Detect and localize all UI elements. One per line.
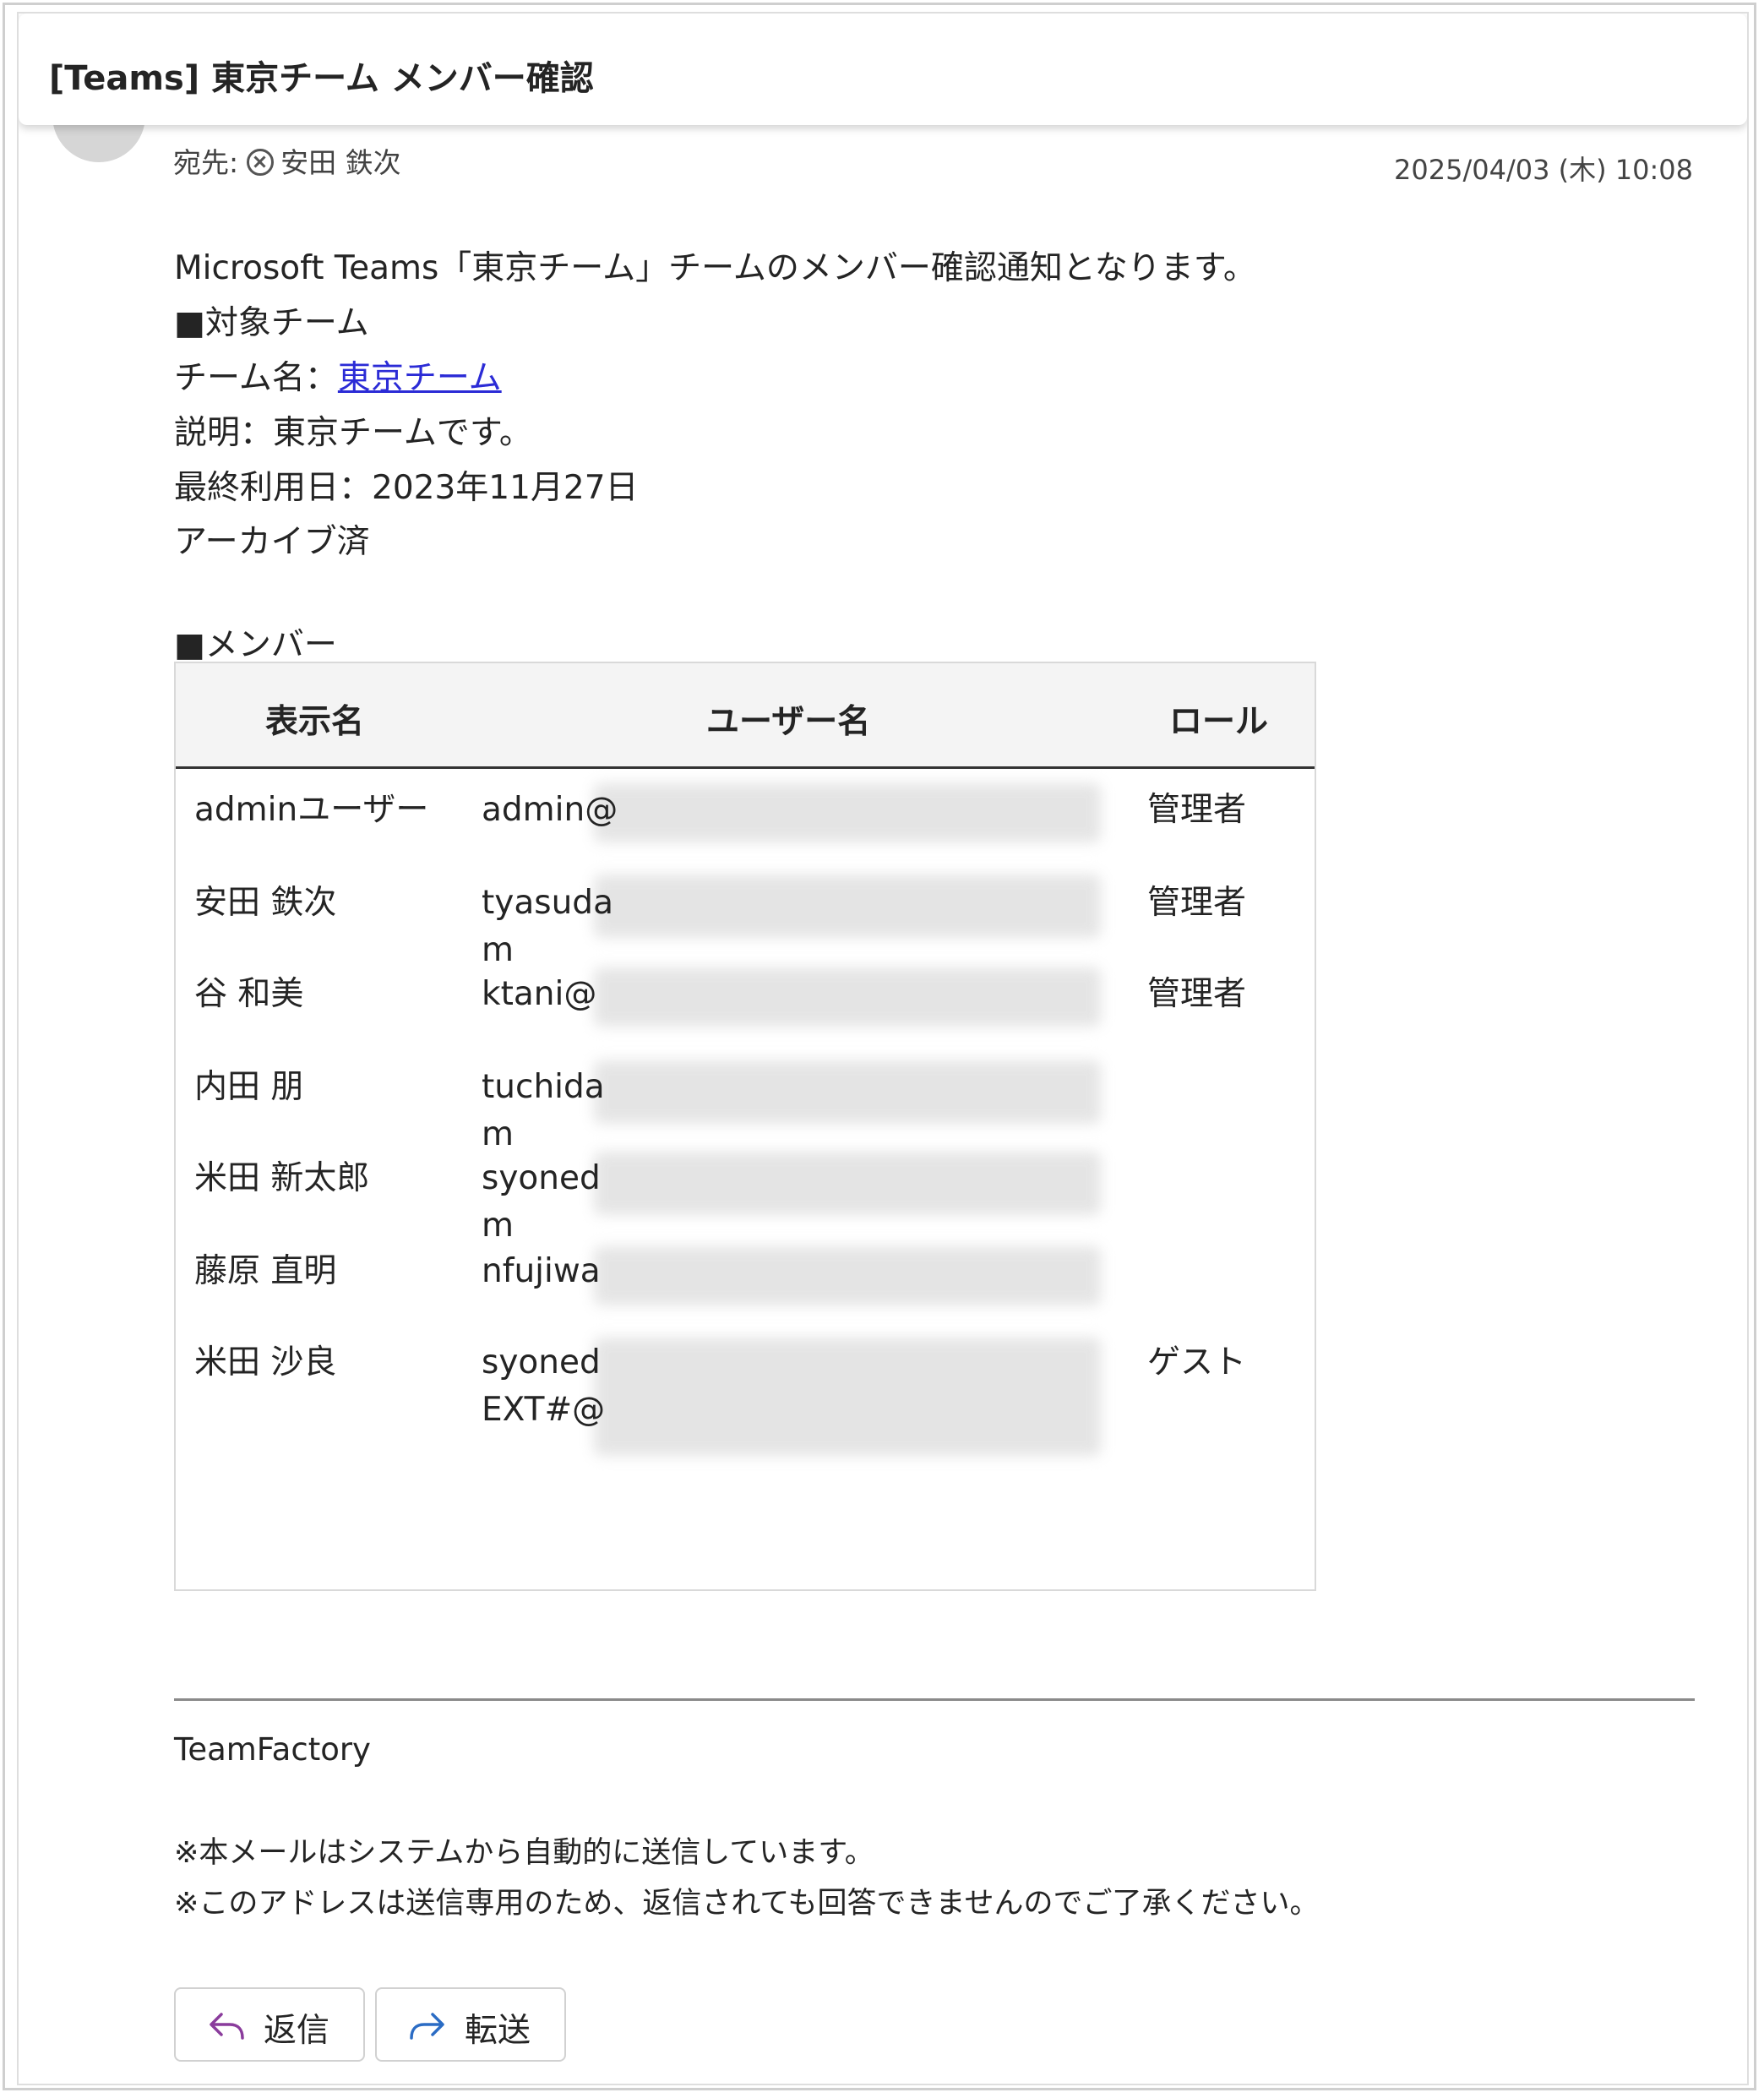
mail-subject: [Teams] 東京チーム メンバー確認 — [49, 59, 594, 98]
recipient-row: 宛先: 安田 鉄次 — [173, 140, 401, 181]
redacted-area — [594, 1152, 1101, 1215]
window-frame: [Teams] 東京チーム メンバー確認 宛先: 安田 鉄次 2025/04/03… — [3, 3, 1756, 2090]
cell-role: 管理者 — [1147, 791, 1247, 829]
forward-label: 転送 — [465, 2012, 531, 2050]
remove-recipient-icon[interactable] — [247, 149, 275, 176]
cell-user-name: nfujiwa — [482, 1252, 601, 1290]
redacted-area — [594, 1338, 1101, 1456]
cell-user-name-cont: m — [482, 931, 514, 969]
forward-arrow-icon — [410, 2013, 444, 2040]
to-label: 宛先: — [173, 146, 239, 179]
cell-display-name: 谷 和美 — [194, 975, 304, 1013]
team-name-label: チーム名： — [174, 359, 338, 397]
team-name-line: チーム名：東京チーム — [174, 351, 502, 399]
footer-sender: TeamFactory — [174, 1731, 371, 1768]
last-used-text: 最終利用日：2023年11月27日 — [174, 469, 639, 507]
members-heading: ■メンバー — [174, 626, 337, 664]
cell-display-name: adminユーザー — [194, 791, 429, 829]
header-display-name: 表示名 — [265, 703, 365, 741]
footer-note-2: ※このアドレスは送信専用のため、返信されても回答できませんのでご了承ください。 — [174, 1887, 1320, 1921]
cell-user-name: tyasuda — [482, 884, 613, 922]
header-user-name: ユーザー名 — [706, 703, 871, 741]
redacted-area — [594, 1246, 1101, 1305]
forward-button[interactable]: 転送 — [375, 1987, 566, 2062]
description-text: 説明：東京チームです。 — [174, 414, 532, 452]
subject-bar: [Teams] 東京チーム メンバー確認 — [19, 14, 1747, 125]
cell-role: ゲスト — [1147, 1343, 1247, 1381]
cell-display-name: 米田 新太郎 — [194, 1159, 370, 1197]
reply-arrow-icon — [210, 2013, 244, 2040]
cell-role: 管理者 — [1147, 975, 1247, 1013]
cell-user-name-cont: EXT#@ — [482, 1391, 606, 1429]
received-date: 2025/04/03 (木) 10:08 — [1394, 154, 1693, 186]
cell-user-name: syoned — [482, 1159, 601, 1197]
cell-user-name-cont: m — [482, 1115, 514, 1153]
reply-button[interactable]: 返信 — [174, 1987, 365, 2062]
cell-display-name: 米田 沙良 — [194, 1343, 337, 1381]
cell-user-name: tuchida — [482, 1068, 605, 1106]
redacted-area — [594, 1060, 1101, 1124]
cell-display-name: 安田 鉄次 — [194, 884, 337, 922]
cell-user-name: ktani@ — [482, 975, 597, 1013]
cell-user-name: admin@ — [482, 791, 618, 829]
target-team-heading: ■対象チーム — [174, 304, 369, 342]
cell-role: 管理者 — [1147, 884, 1247, 922]
cell-display-name: 内田 朋 — [194, 1068, 304, 1106]
redacted-area — [594, 783, 1101, 842]
archived-text: アーカイブ済 — [174, 523, 370, 561]
team-name-link[interactable]: 東京チーム — [338, 359, 502, 397]
cell-display-name: 藤原 直明 — [194, 1252, 337, 1290]
redacted-area — [594, 875, 1101, 938]
footer-note-1: ※本メールはシステムから自動的に送信しています。 — [174, 1836, 874, 1870]
members-table: 表示名 ユーザー名 ロール adminユーザー admin@ 管理者 安田 鉄次… — [174, 662, 1316, 1591]
mail-reading-pane: [Teams] 東京チーム メンバー確認 宛先: 安田 鉄次 2025/04/03… — [17, 12, 1749, 2085]
header-role: ロール — [1169, 703, 1269, 741]
intro-text: Microsoft Teams「東京チーム」チームのメンバー確認通知となります。 — [174, 249, 1256, 287]
cell-user-name-cont: m — [482, 1207, 514, 1245]
reply-label: 返信 — [264, 2012, 330, 2050]
redacted-area — [594, 967, 1101, 1027]
signature-divider — [174, 1698, 1695, 1701]
recipient-name[interactable]: 安田 鉄次 — [280, 146, 401, 179]
table-header: 表示名 ユーザー名 ロール — [176, 663, 1315, 769]
cell-user-name: syoned — [482, 1343, 601, 1381]
